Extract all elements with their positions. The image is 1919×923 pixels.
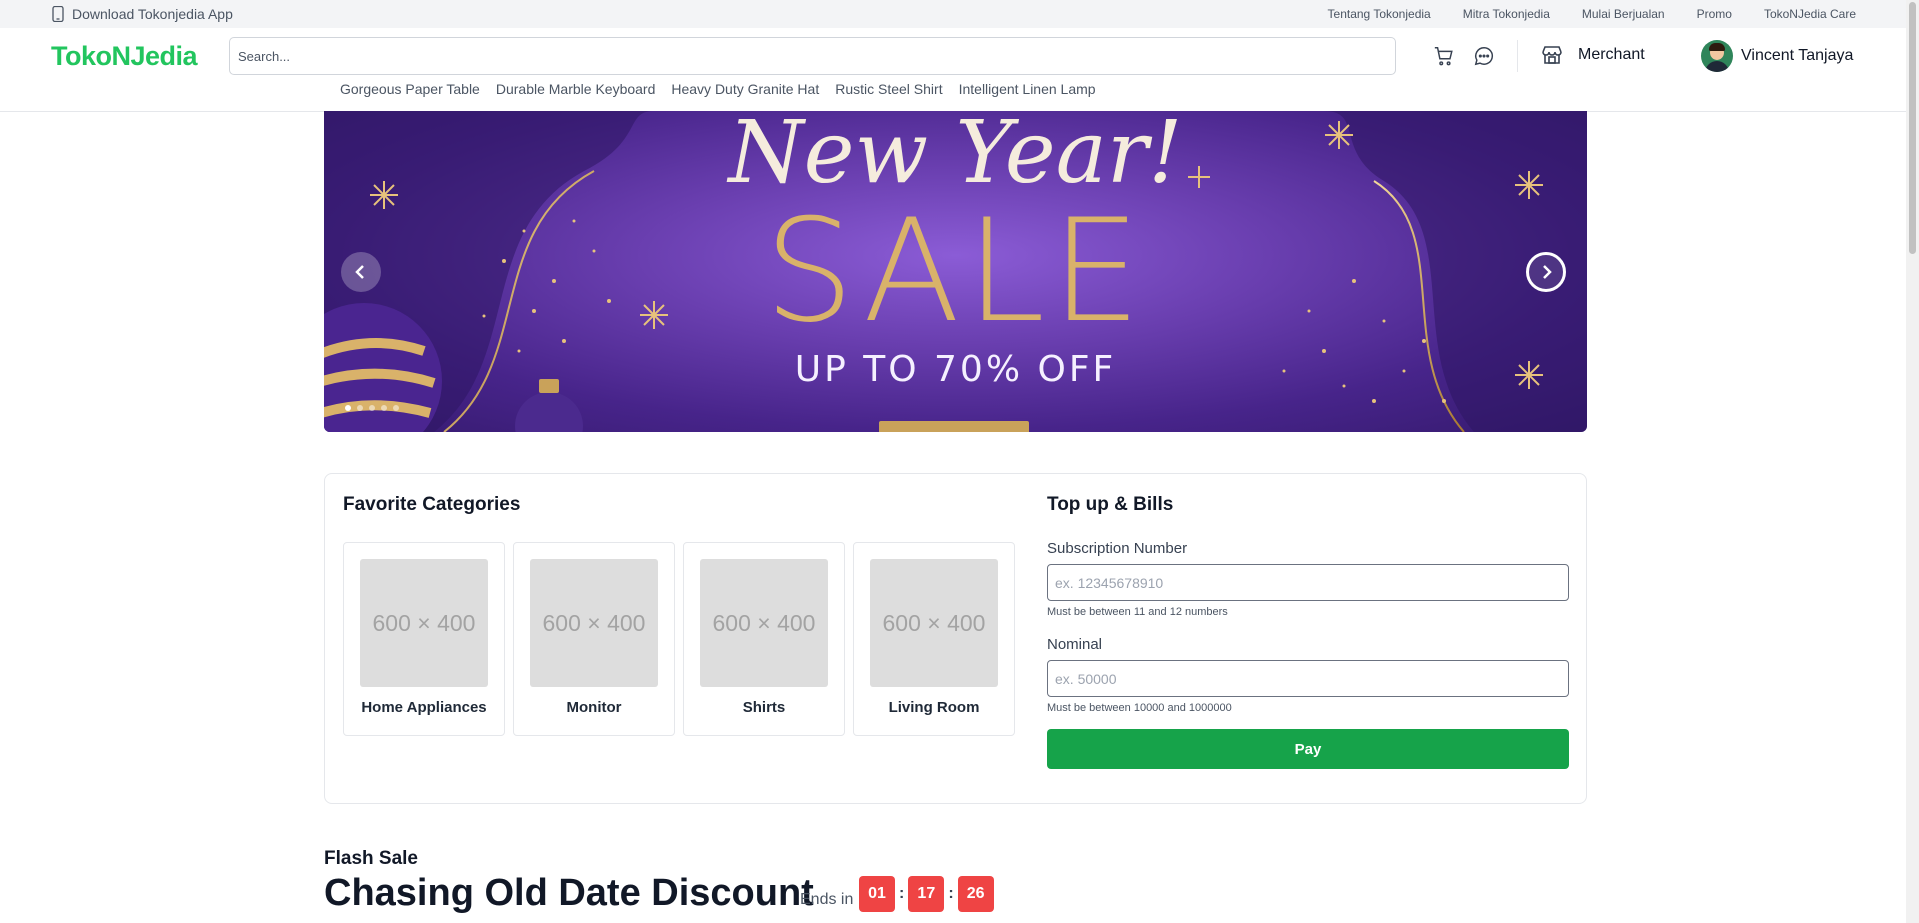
category-card-shirts[interactable]: 600 × 400 Shirts [683,542,845,736]
chevron-right-icon [1543,265,1552,279]
category-image: 600 × 400 [360,559,488,687]
subscription-number-hint: Must be between 11 and 12 numbers [1047,606,1228,618]
flash-sale-title: Chasing Old Date Discount [324,872,814,914]
top-link-mitra[interactable]: Mitra Tokonjedia [1463,7,1550,21]
categories-topup-panel: Favorite Categories 600 × 400 Home Appli… [324,473,1587,804]
chat-icon[interactable] [1472,44,1496,68]
category-label: Living Room [888,699,980,716]
user-menu[interactable]: Vincent Tanjaya [1701,40,1853,72]
category-label: Monitor [566,699,622,716]
top-link-tentang[interactable]: Tentang Tokonjedia [1328,7,1431,21]
favorite-categories-title: Favorite Categories [343,494,521,515]
scrollbar-thumb[interactable] [1909,2,1916,254]
quick-link[interactable]: Intelligent Linen Lamp [959,81,1096,97]
quick-link[interactable]: Durable Marble Keyboard [496,81,656,97]
merchant-button[interactable]: Merchant [1540,43,1645,67]
smartphone-icon [52,6,64,22]
banner-subtitle: UP TO 70% OFF [794,349,1117,390]
ends-in-label: Ends in [800,891,854,908]
cart-icon[interactable] [1432,44,1456,68]
top-links: Tentang Tokonjedia Mitra Tokonjedia Mula… [1328,7,1856,21]
category-card-monitor[interactable]: 600 × 400 Monitor [513,542,675,736]
countdown-separator: : [899,885,905,902]
category-card-home-appliances[interactable]: 600 × 400 Home Appliances [343,542,505,736]
category-image: 600 × 400 [530,559,658,687]
subscription-number-label: Subscription Number [1047,540,1188,557]
top-link-care[interactable]: TokoNJedia Care [1764,7,1856,21]
flash-sale-label: Flash Sale [324,848,418,869]
category-label: Shirts [742,699,786,716]
carousel-dot[interactable] [381,405,387,411]
category-image: 600 × 400 [870,559,998,687]
countdown-hours: 01 [859,876,895,912]
countdown-seconds: 26 [957,876,994,912]
avatar [1701,40,1733,72]
quick-link[interactable]: Gorgeous Paper Table [340,81,480,97]
category-card-living-room[interactable]: 600 × 400 Living Room [853,542,1015,736]
pay-button[interactable]: Pay [1047,729,1569,769]
nominal-hint: Must be between 10000 and 1000000 [1047,702,1232,714]
category-label: Home Appliances [361,699,487,716]
chevron-left-icon [355,265,364,279]
countdown-minutes: 17 [908,876,945,912]
category-image: 600 × 400 [700,559,828,687]
nominal-label: Nominal [1047,636,1103,653]
banner-title: SALE [764,189,1147,354]
quick-link[interactable]: Heavy Duty Granite Hat [671,81,819,97]
topup-form: Top up & Bills Subscription Number Must … [1047,494,1569,769]
carousel-dot[interactable] [393,405,399,411]
search-input[interactable] [229,37,1396,75]
carousel-dot[interactable] [369,405,375,411]
carousel-dot[interactable] [357,405,363,411]
carousel-dot[interactable] [345,405,351,411]
header-divider [1517,40,1518,72]
top-link-promo[interactable]: Promo [1697,7,1732,21]
top-link-mulai-berjualan[interactable]: Mulai Berjualan [1582,7,1665,21]
merchant-label: Merchant [1578,46,1645,63]
logo[interactable]: TokoNJedia [51,41,198,72]
topup-title: Top up & Bills [1047,494,1174,515]
quick-link[interactable]: Rustic Steel Shirt [835,81,942,97]
category-list: 600 × 400 Home Appliances 600 × 400 Moni… [343,542,1015,736]
main-header: TokoNJedia Merchant Vincent Tanjaya Gorg… [0,28,1906,112]
download-app-link[interactable]: Download Tokonjedia App [52,6,233,22]
top-utility-bar: Download Tokonjedia App Tentang Tokonjed… [0,0,1906,28]
quick-search-links: Gorgeous Paper Table Durable Marble Keyb… [340,81,1096,97]
carousel-prev-button[interactable] [341,252,381,292]
download-app-label: Download Tokonjedia App [72,6,233,22]
store-icon [1542,46,1562,64]
nominal-field[interactable] [1047,660,1569,697]
user-name: Vincent Tanjaya [1741,47,1854,64]
subscription-number-field[interactable] [1047,564,1569,601]
carousel-next-button[interactable] [1526,252,1566,292]
promo-banner-carousel[interactable]: New Year! SALE UP TO 70% OFF [324,111,1587,432]
countdown-separator: : [948,885,954,902]
carousel-indicators [345,405,399,411]
page-scrollbar[interactable] [1906,0,1919,923]
countdown-timer: 01 : 17 : 26 [859,876,994,912]
